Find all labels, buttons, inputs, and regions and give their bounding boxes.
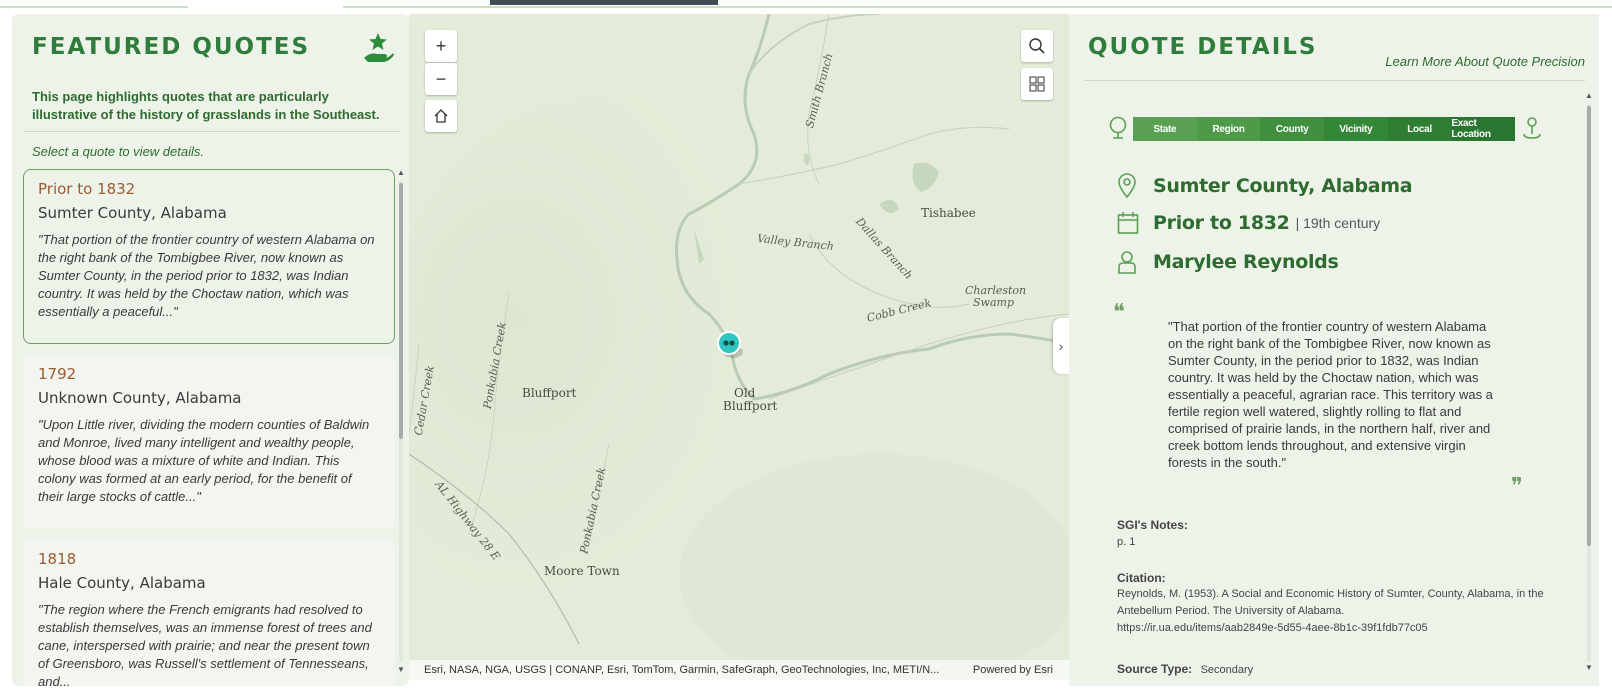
map-label-tishabee: Tishabee bbox=[921, 206, 976, 220]
precision-local: Local bbox=[1387, 117, 1452, 141]
active-tab-indicator[interactable] bbox=[490, 0, 718, 5]
detail-author: Marylee Reynolds bbox=[1153, 251, 1339, 273]
source-type-row: Source Type: Secondary bbox=[1117, 660, 1253, 679]
precision-scale: State Region County Vicinity Local Exact… bbox=[1133, 117, 1516, 141]
search-button[interactable] bbox=[1021, 30, 1053, 62]
map-attribution: Esri, NASA, NGA, USGS | CONANP, Esri, To… bbox=[409, 660, 1069, 680]
quote-marker-icon[interactable] bbox=[716, 330, 746, 364]
quote-excerpt: "The region where the French emigrants h… bbox=[38, 602, 372, 686]
zoom-out-button[interactable]: − bbox=[425, 63, 457, 95]
quote-excerpt: "That portion of the frontier country of… bbox=[38, 232, 375, 319]
featured-quotes-panel: FEATURED QUOTES This page highlights quo… bbox=[12, 14, 409, 686]
location-pin-icon bbox=[1523, 117, 1541, 139]
attribution-text: Esri, NASA, NGA, USGS | CONANP, Esri, To… bbox=[424, 664, 940, 676]
scroll-down-icon[interactable]: ▼ bbox=[1585, 664, 1593, 672]
panel-title: FEATURED QUOTES bbox=[32, 34, 311, 60]
quote-location: Sumter County, Alabama bbox=[38, 204, 227, 222]
close-quote-icon: ❞ bbox=[1511, 474, 1523, 499]
map-label-bluffport: Bluffport bbox=[522, 386, 577, 400]
quote-details-panel: QUOTE DETAILS Learn More About Quote Pre… bbox=[1069, 14, 1599, 686]
quote-list: Prior to 1832 Sumter County, Alabama "Th… bbox=[23, 169, 407, 686]
divider bbox=[1085, 80, 1585, 81]
collapse-panel-button[interactable]: › bbox=[1053, 318, 1069, 374]
panel-title: QUOTE DETAILS bbox=[1088, 34, 1318, 60]
tab-indicator-left bbox=[188, 6, 343, 8]
intro-text: This page highlights quotes that are par… bbox=[32, 89, 380, 122]
citation-link[interactable]: https://ir.ua.edu/items/aab2849e-5d55-4a… bbox=[1117, 620, 1547, 637]
quote-location: Hale County, Alabama bbox=[38, 574, 206, 592]
divider bbox=[24, 131, 400, 132]
quote-full-text: "That portion of the frontier country of… bbox=[1168, 319, 1493, 470]
learn-more-link[interactable]: Learn More About Quote Precision bbox=[1385, 54, 1585, 69]
map-label-old: Old bbox=[734, 386, 756, 400]
quote-card[interactable]: 1792 Unknown County, Alabama "Upon Littl… bbox=[23, 354, 395, 529]
list-scrollbar[interactable]: ▲ ▼ bbox=[397, 169, 405, 674]
precision-exact-location: Exact Location bbox=[1451, 117, 1516, 141]
scroll-down-icon[interactable]: ▼ bbox=[397, 666, 405, 674]
zoom-in-button[interactable]: + bbox=[425, 30, 457, 62]
source-type-value: Secondary bbox=[1200, 664, 1254, 676]
basemap-gallery-icon bbox=[1029, 76, 1045, 92]
quote-date: 1818 bbox=[38, 550, 77, 568]
citation-heading: Citation: bbox=[1117, 571, 1166, 585]
detail-date: Prior to 1832 bbox=[1153, 212, 1290, 234]
details-scrollbar[interactable]: ▲ ▼ bbox=[1585, 92, 1593, 674]
precision-county: County bbox=[1260, 117, 1325, 141]
chevron-right-icon: › bbox=[1058, 338, 1064, 354]
map-view[interactable]: Tishabee Valley Branch Dallas Branch Smi… bbox=[409, 14, 1069, 680]
map-label-moore-town: Moore Town bbox=[544, 564, 620, 578]
detail-century: | 19th century bbox=[1295, 215, 1381, 231]
source-type-heading: Source Type: bbox=[1117, 662, 1193, 676]
location-row: Sumter County, Alabama bbox=[1117, 173, 1413, 199]
scroll-up-icon[interactable]: ▲ bbox=[397, 169, 405, 177]
scroll-thumb[interactable] bbox=[1587, 106, 1591, 546]
precision-state: State bbox=[1133, 117, 1197, 141]
detail-location: Sumter County, Alabama bbox=[1153, 175, 1413, 197]
quote-card[interactable]: Prior to 1832 Sumter County, Alabama "Th… bbox=[23, 169, 395, 344]
person-icon bbox=[1118, 251, 1136, 274]
date-row: Prior to 1832 | 19th century bbox=[1117, 211, 1380, 235]
select-hint: Select a quote to view details. bbox=[32, 144, 204, 159]
quote-card[interactable]: 1818 Hale County, Alabama "The region wh… bbox=[23, 539, 395, 686]
globe-pin-icon bbox=[1109, 116, 1127, 139]
notes-heading: SGI's Notes: bbox=[1117, 518, 1188, 532]
precision-region: Region bbox=[1196, 117, 1261, 141]
notes-text: p. 1 bbox=[1117, 536, 1136, 548]
quote-date: Prior to 1832 bbox=[38, 180, 136, 198]
quote-location: Unknown County, Alabama bbox=[38, 389, 242, 407]
hand-star-icon bbox=[364, 33, 394, 62]
scroll-thumb[interactable] bbox=[399, 183, 403, 439]
calendar-icon bbox=[1117, 212, 1139, 234]
author-row: Marylee Reynolds bbox=[1117, 250, 1339, 274]
home-button[interactable] bbox=[425, 100, 457, 132]
quote-excerpt: "Upon Little river, dividing the modern … bbox=[38, 417, 370, 504]
home-icon bbox=[434, 109, 448, 123]
map-label-swamp: Swamp bbox=[973, 296, 1014, 309]
quote-date: 1792 bbox=[38, 365, 77, 383]
scroll-up-icon[interactable]: ▲ bbox=[1585, 92, 1593, 100]
precision-vicinity: Vicinity bbox=[1324, 117, 1388, 141]
powered-by-esri[interactable]: Powered by Esri bbox=[973, 664, 1053, 676]
top-bar bbox=[0, 0, 1612, 8]
open-quote-icon: ❝ bbox=[1113, 300, 1125, 325]
map-label-old-bluffport: Bluffport bbox=[723, 399, 778, 413]
basemap-gallery-button[interactable] bbox=[1021, 68, 1053, 100]
search-icon bbox=[1029, 38, 1045, 54]
map-pin-icon bbox=[1118, 173, 1136, 199]
citation-text: Reynolds, M. (1953). A Social and Econom… bbox=[1117, 588, 1544, 617]
